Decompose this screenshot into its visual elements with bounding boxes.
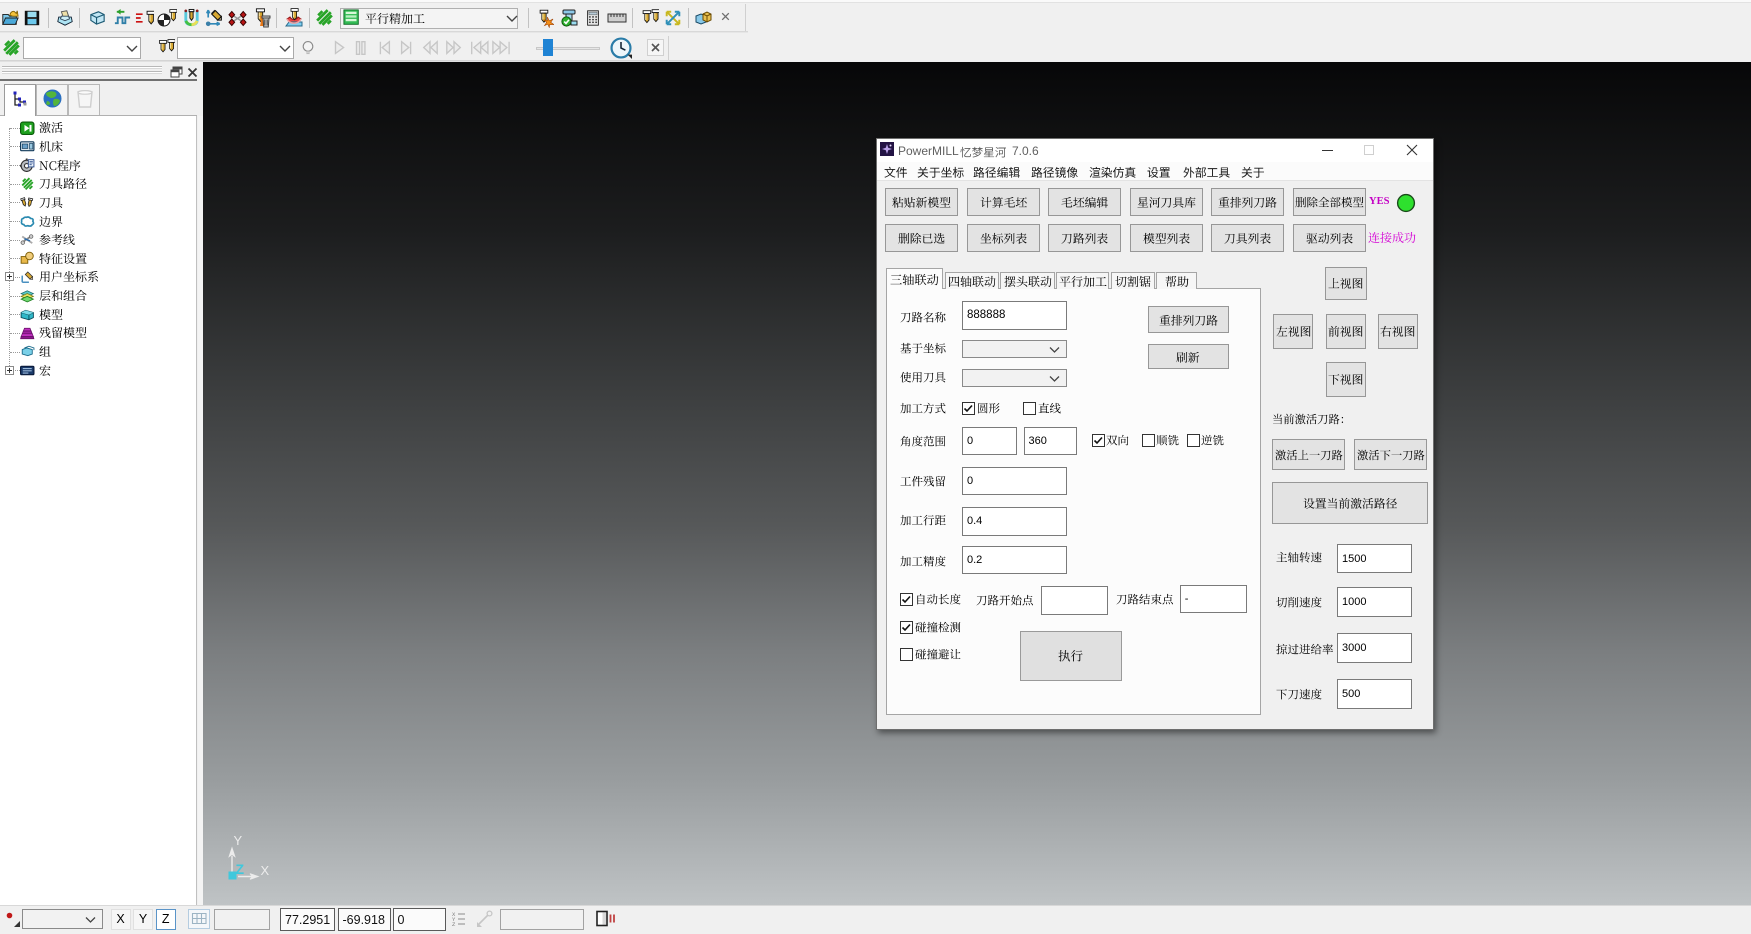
svg-text:Z: Z — [236, 861, 245, 877]
svg-text:Y: Y — [234, 833, 243, 848]
svg-text:X: X — [261, 863, 270, 878]
svg-text:Z: Z — [452, 921, 456, 928]
